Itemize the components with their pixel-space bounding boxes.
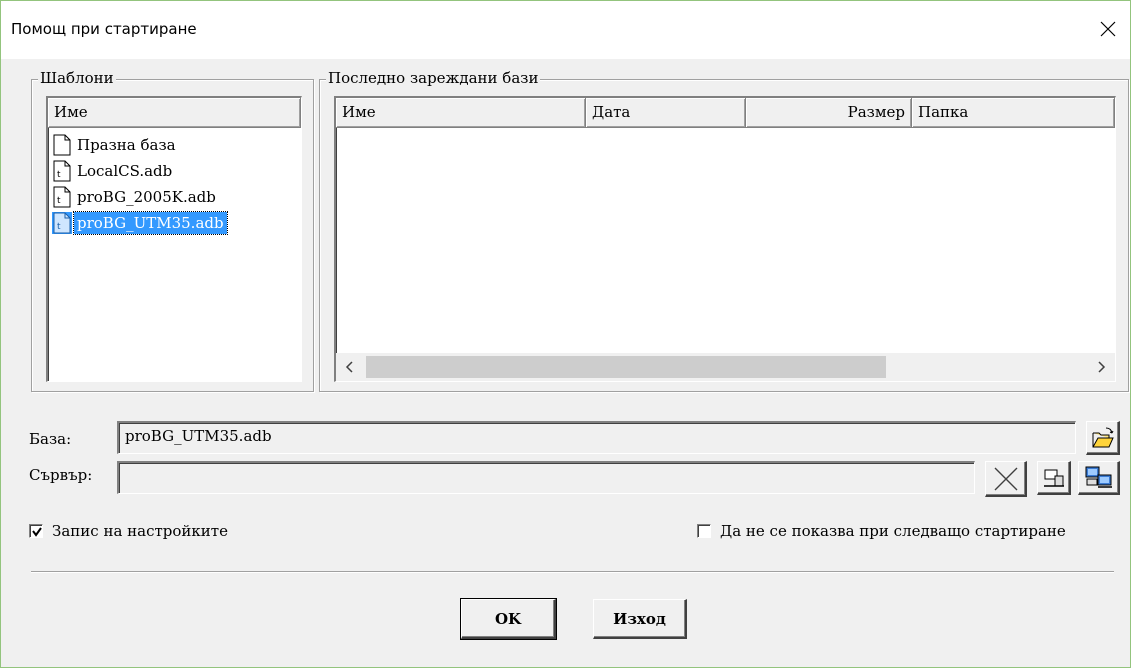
database-label: База: <box>29 430 72 448</box>
startup-dialog: Помощ при стартиране Шаблони Име Празна … <box>0 0 1131 668</box>
browse-servers-button[interactable] <box>1078 461 1120 495</box>
separator <box>31 571 1114 573</box>
computers-icon <box>1085 466 1112 488</box>
column-header-name[interactable]: Име <box>336 98 586 128</box>
template-file-icon: t <box>53 186 71 208</box>
template-label: LocalCS.adb <box>77 162 173 180</box>
column-header-size[interactable]: Размер <box>746 98 912 128</box>
template-file-icon: t <box>52 212 72 234</box>
recent-databases-group: Последно зареждани бази Име Дата Размер … <box>319 69 1129 392</box>
column-header-date[interactable]: Дата <box>586 98 746 128</box>
template-item-blank[interactable]: Празна база <box>52 132 301 158</box>
checkmark-icon <box>32 527 42 537</box>
dont-show-checkbox[interactable]: Да не се показва при следващо стартиране <box>697 522 1066 540</box>
recent-header: Име Дата Размер Папка <box>336 98 1115 128</box>
title-bar: Помощ при стартиране <box>1 1 1130 59</box>
blank-file-icon <box>53 134 71 156</box>
template-item-probg-2005k[interactable]: t proBG_2005K.adb <box>52 184 301 210</box>
server-field[interactable] <box>117 461 975 494</box>
templates-header: Име <box>48 98 301 128</box>
close-icon <box>1100 21 1116 37</box>
svg-text:t: t <box>57 170 61 180</box>
svg-text:t: t <box>57 222 61 232</box>
chevron-left-icon <box>345 361 353 373</box>
save-settings-label: Запис на настройките <box>52 522 228 540</box>
open-database-button[interactable] <box>1086 421 1120 455</box>
templates-group: Шаблони Име Празна база t LocalCS.adb t … <box>31 69 314 392</box>
template-label: Празна база <box>77 136 176 154</box>
recent-databases-list[interactable]: Име Дата Размер Папка <box>334 96 1116 382</box>
template-label: proBG_2005K.adb <box>77 188 216 206</box>
scroll-thumb[interactable] <box>366 356 886 378</box>
svg-text:t: t <box>57 196 61 206</box>
template-item-probg-utm35[interactable]: t proBG_UTM35.adb <box>52 210 301 236</box>
templates-legend: Шаблони <box>38 69 116 87</box>
window-title: Помощ при стартиране <box>11 20 197 38</box>
templates-list[interactable]: Име Празна база t LocalCS.adb t proBG_20… <box>46 96 302 382</box>
close-button[interactable] <box>1086 9 1130 49</box>
checkbox-box[interactable] <box>697 524 711 538</box>
ok-button[interactable]: OK <box>460 598 557 640</box>
save-settings-checkbox[interactable]: Запис на настройките <box>29 522 228 540</box>
exit-button[interactable]: Изход <box>593 599 687 639</box>
horizontal-scrollbar[interactable] <box>336 353 1115 381</box>
server-label: Сървър: <box>29 466 93 484</box>
cross-icon <box>994 467 1017 490</box>
column-header-folder[interactable]: Папка <box>912 98 1115 128</box>
recent-legend: Последно зареждани бази <box>326 69 541 87</box>
database-field[interactable]: proBG_UTM35.adb <box>117 421 1076 454</box>
dont-show-label: Да не се показва при следващо стартиране <box>720 522 1066 540</box>
column-header-name[interactable]: Име <box>48 98 301 128</box>
clear-server-button[interactable] <box>985 461 1027 497</box>
scroll-right-button[interactable] <box>1087 353 1115 381</box>
chevron-right-icon <box>1098 361 1106 373</box>
template-file-icon: t <box>53 160 71 182</box>
scroll-left-button[interactable] <box>336 353 364 381</box>
network-server-icon <box>1043 469 1064 487</box>
checkbox-box[interactable] <box>29 524 43 538</box>
template-item-localcs[interactable]: t LocalCS.adb <box>52 158 301 184</box>
open-folder-icon <box>1092 427 1114 447</box>
server-connect-button[interactable] <box>1037 461 1071 495</box>
template-label: proBG_UTM35.adb <box>73 211 228 235</box>
